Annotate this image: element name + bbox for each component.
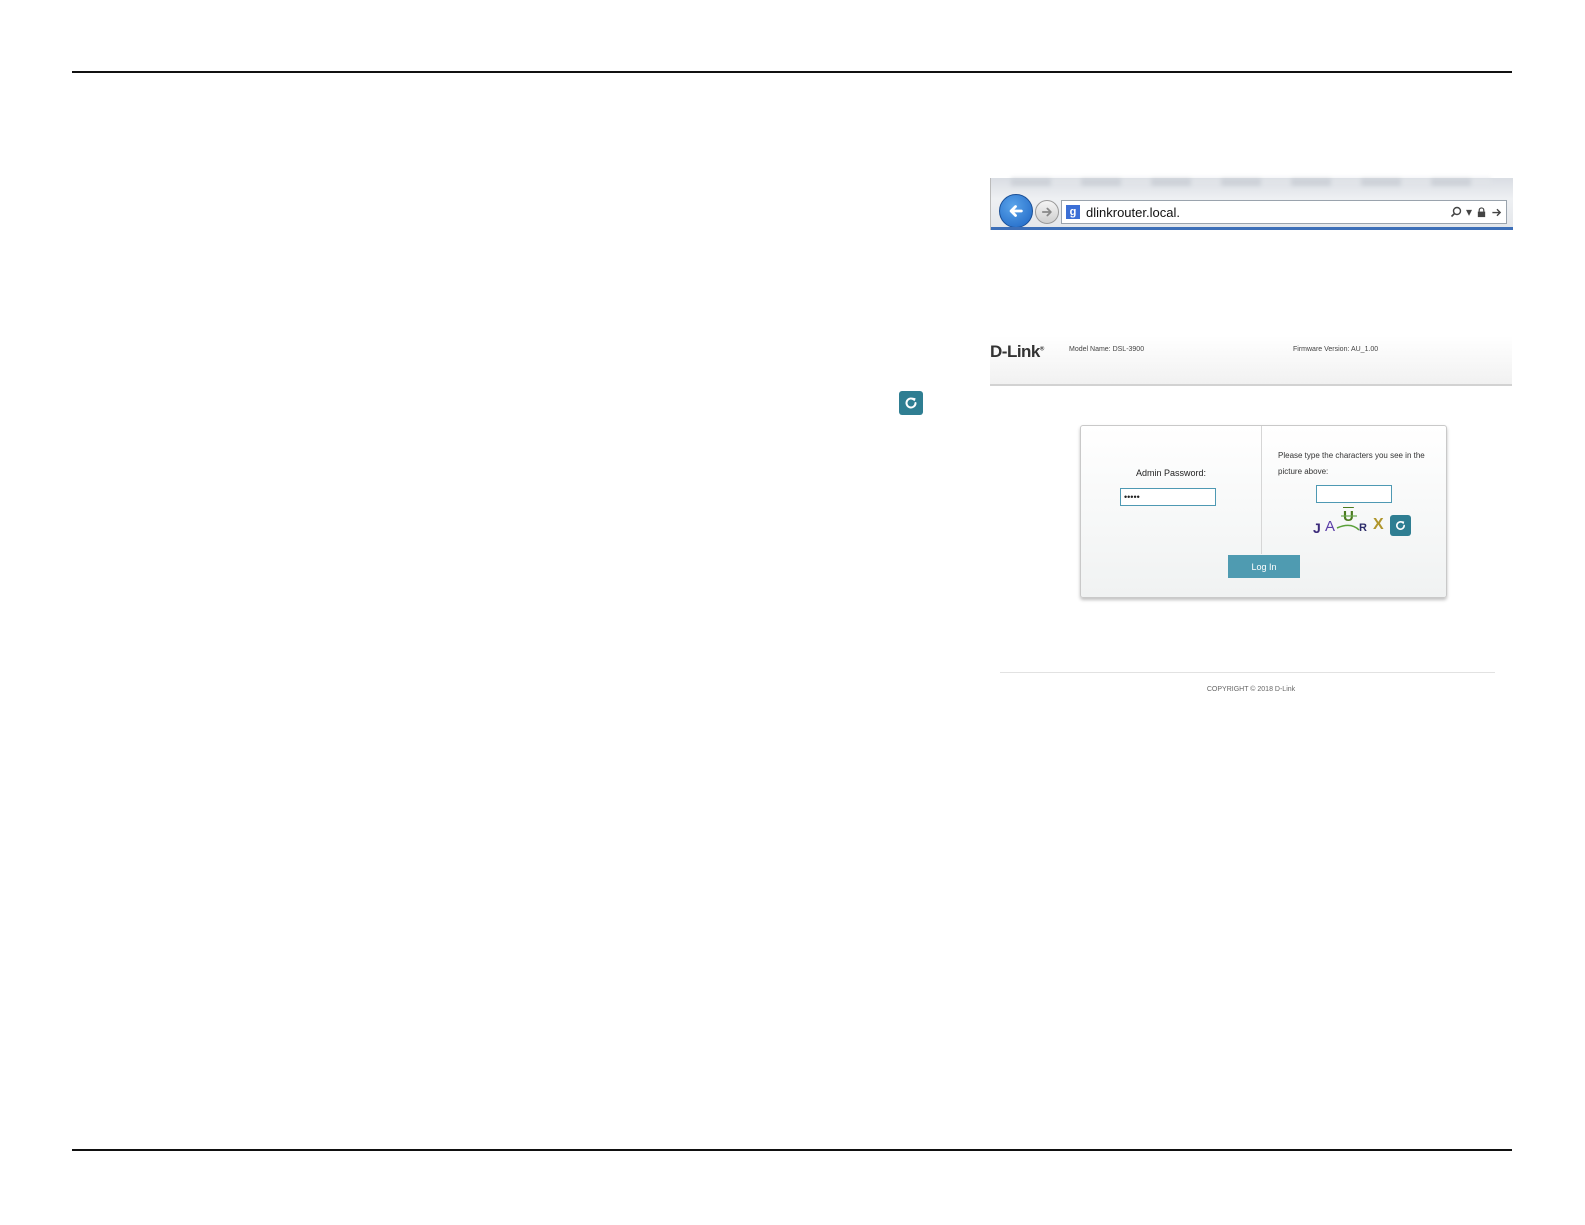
browser-tabs-blurred <box>1011 178 1491 186</box>
g-search-icon: g <box>1066 205 1080 219</box>
refresh-icon <box>1396 521 1405 530</box>
address-tools: ▾ <box>1450 205 1502 219</box>
back-button[interactable] <box>999 194 1033 228</box>
firmware-version: Firmware Version: AU_1.00 <box>1293 346 1379 353</box>
copyright-text: COPYRIGHT © 2018 D-Link <box>1206 686 1296 693</box>
footer-divider <box>1000 672 1495 673</box>
login-button[interactable]: Log In <box>1228 555 1300 578</box>
captcha-prompt: Please type the characters you see in th… <box>1278 451 1425 476</box>
login-card: Admin Password: ••••• Please type the ch… <box>1080 425 1447 598</box>
browser-underline <box>991 227 1513 230</box>
go-arrow-icon[interactable] <box>1491 207 1502 218</box>
back-arrow-icon <box>1009 205 1023 217</box>
dlink-logo: D-Link® <box>990 342 1044 361</box>
router-header: D-Link® Model Name: DSL-3900 Firmware Ve… <box>990 336 1512 386</box>
forward-arrow-icon <box>1041 207 1052 217</box>
address-url: dlinkrouter.local. <box>1086 204 1180 220</box>
card-divider <box>1261 426 1262 554</box>
model-name: Model Name: DSL-3900 <box>1069 346 1145 353</box>
top-rule <box>72 71 1512 73</box>
captcha-noise <box>1336 515 1360 531</box>
admin-password-label: Admin Password: <box>1136 468 1207 478</box>
address-bar[interactable]: g dlinkrouter.local. ▾ <box>1061 200 1507 224</box>
dropdown-caret-icon[interactable]: ▾ <box>1466 205 1472 219</box>
search-icon[interactable] <box>1450 206 1462 218</box>
refresh-icon-glyph <box>905 397 917 409</box>
refresh-icon <box>899 391 923 415</box>
lock-icon[interactable] <box>1476 206 1487 218</box>
browser-toolbar: g dlinkrouter.local. ▾ <box>990 178 1513 230</box>
captcha-input[interactable] <box>1316 485 1392 503</box>
captcha-refresh-button[interactable] <box>1390 515 1411 536</box>
forward-button[interactable] <box>1035 200 1059 224</box>
admin-password-input[interactable]: ••••• <box>1120 488 1216 506</box>
captcha-image: J A U R X <box>1311 508 1386 540</box>
bottom-rule <box>72 1149 1512 1151</box>
